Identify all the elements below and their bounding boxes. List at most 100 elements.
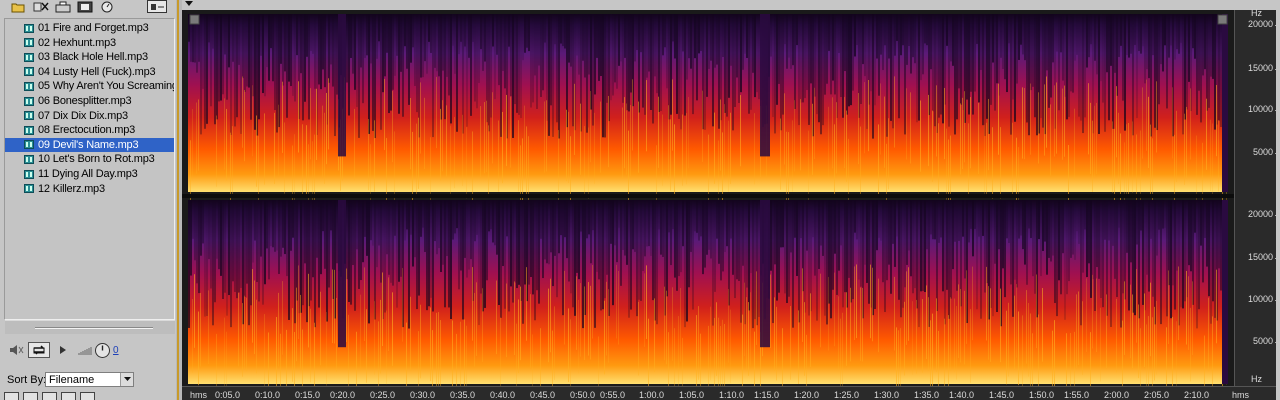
spectrogram-streak: [296, 287, 297, 362]
spectrogram-streak: [1218, 14, 1220, 121]
spectrogram-streak: [898, 14, 900, 119]
spectrogram-streak: [1022, 315, 1023, 386]
right-scroll-edge[interactable]: [1276, 0, 1280, 400]
spectrogram-streak: [848, 200, 850, 278]
spectrogram-streak: [392, 292, 393, 366]
spectrogram-streak: [1216, 269, 1217, 344]
spectrogram-streak: [396, 200, 398, 308]
autoplay-icon[interactable]: [99, 0, 115, 13]
spectrogram-streak: [758, 14, 760, 100]
spectrogram-streak: [568, 111, 569, 184]
spectrogram-streak: [864, 82, 865, 154]
list-item[interactable]: 06 Bonesplitter.mp3: [5, 94, 174, 108]
list-item[interactable]: 08 Erectocution.mp3: [5, 123, 174, 137]
list-item-selected[interactable]: 09 Devil's Name.mp3: [5, 137, 174, 152]
spectral-display[interactable]: Hz 20000 15000 10000 5000 20000 15000 10…: [182, 0, 1280, 400]
chevron-down-icon[interactable]: [120, 373, 133, 386]
spectrogram-streak: [1204, 335, 1205, 386]
spectrogram-streak: [792, 14, 794, 66]
spectrogram-streak: [266, 14, 268, 68]
spectrogram-streak: [226, 200, 228, 316]
spectrogram-streak: [950, 200, 952, 299]
spectrogram-streak: [730, 200, 732, 239]
spectrogram-streak: [302, 14, 304, 121]
spectrogram-streak: [970, 14, 972, 92]
spectrogram-streak: [804, 200, 806, 313]
spectrogram-streak: [416, 123, 417, 195]
list-item[interactable]: 03 Black Hole Hell.mp3: [5, 50, 174, 64]
volume-knob[interactable]: [94, 342, 111, 359]
spectrogram-streak: [738, 14, 740, 103]
spectrogram-streak: [188, 200, 190, 328]
spectrogram-streak: [320, 291, 321, 366]
spectrogram-streak: [520, 286, 521, 361]
spectrogram-streak: [1012, 200, 1014, 317]
folder-icon[interactable]: [61, 392, 76, 400]
playhead-marker-icon[interactable]: [185, 1, 193, 6]
close-file-icon[interactable]: [33, 0, 49, 13]
spectrogram-streak: [716, 200, 718, 239]
spectrogram-streak: [882, 14, 884, 71]
spectrogram-streak: [614, 200, 616, 246]
spectrogram-streak: [528, 200, 530, 285]
import-icon[interactable]: [55, 0, 71, 13]
spectrogram-streak: [348, 314, 349, 386]
spectrogram-streak: [920, 100, 921, 172]
filter-icon[interactable]: [80, 392, 95, 400]
spectrogram-streak: [1166, 200, 1168, 317]
spectrogram-streak: [220, 14, 222, 101]
spectrogram-streak: [1194, 14, 1196, 59]
play-icon[interactable]: [58, 344, 68, 356]
list-horizontal-scrollbar[interactable]: [5, 320, 175, 334]
list-item[interactable]: 04 Lusty Hell (Fuck).mp3: [5, 65, 174, 79]
spectrogram-streak: [1068, 14, 1070, 117]
spectrogram-streak: [752, 14, 754, 73]
loop-button[interactable]: [28, 342, 50, 358]
list-item[interactable]: 10 Let's Born to Rot.mp3: [5, 152, 174, 166]
spectrogram-streak: [1074, 331, 1075, 386]
spectrogram-streak: [192, 109, 193, 181]
spectrogram-streak: [932, 14, 934, 112]
sort-select[interactable]: Filename: [45, 372, 134, 387]
spectrogram-streak: [934, 200, 936, 240]
list-view-icon[interactable]: [4, 392, 19, 400]
spectrogram-streak: [1198, 200, 1200, 310]
spectrogram-streak: [1126, 200, 1128, 253]
list-item[interactable]: 07 Dix Dix Dix.mp3: [5, 109, 174, 123]
spectrogram-streak: [564, 270, 565, 345]
spectrogram-streak: [538, 14, 540, 66]
open-file-icon[interactable]: [10, 0, 26, 13]
speaker-icon[interactable]: [8, 343, 26, 357]
spectrogram-streak: [1152, 14, 1154, 56]
details-view-icon[interactable]: [23, 392, 38, 400]
spectrogram-streak: [1146, 200, 1148, 275]
spectrogram-streak: [700, 200, 702, 237]
spectrogram-streak: [1074, 14, 1076, 61]
spectrogram-streak: [590, 285, 591, 360]
spectrogram-streak: [882, 200, 884, 283]
spectrogram[interactable]: [182, 10, 1234, 386]
options-icon[interactable]: [147, 0, 167, 13]
list-item[interactable]: 01 Fire and Forget.mp3: [5, 21, 174, 35]
stop-icon[interactable]: [42, 392, 57, 400]
film-icon[interactable]: [77, 0, 93, 13]
list-item[interactable]: 05 Why Aren't You Screaming.mp3: [5, 79, 174, 93]
spectrogram-streak: [584, 286, 585, 361]
spectrogram-streak: [632, 200, 634, 250]
spectrogram-streak: [510, 96, 511, 168]
spectrogram-streak: [904, 301, 905, 376]
volume-value[interactable]: 0: [113, 345, 119, 356]
spectrogram-streak: [684, 14, 686, 116]
list-item[interactable]: 11 Dying All Day.mp3: [5, 167, 174, 181]
spectrogram-streak: [508, 14, 510, 47]
spectrogram-streak: [444, 14, 446, 120]
spectrogram-streak: [878, 14, 880, 96]
spectrogram-streak: [984, 14, 986, 136]
time-tick-label: hms: [1232, 390, 1250, 400]
spectrogram-streak: [628, 200, 630, 318]
list-item[interactable]: 02 Hexhunt.mp3: [5, 36, 174, 50]
list-item[interactable]: 12 Killerz.mp3: [5, 182, 174, 196]
spectrogram-streak: [406, 14, 408, 69]
time-ruler[interactable]: hms 0:05.0 0:10.0 0:15.0 0:20.0 0:25.0 0…: [182, 386, 1280, 400]
spectrogram-streak: [906, 14, 908, 65]
